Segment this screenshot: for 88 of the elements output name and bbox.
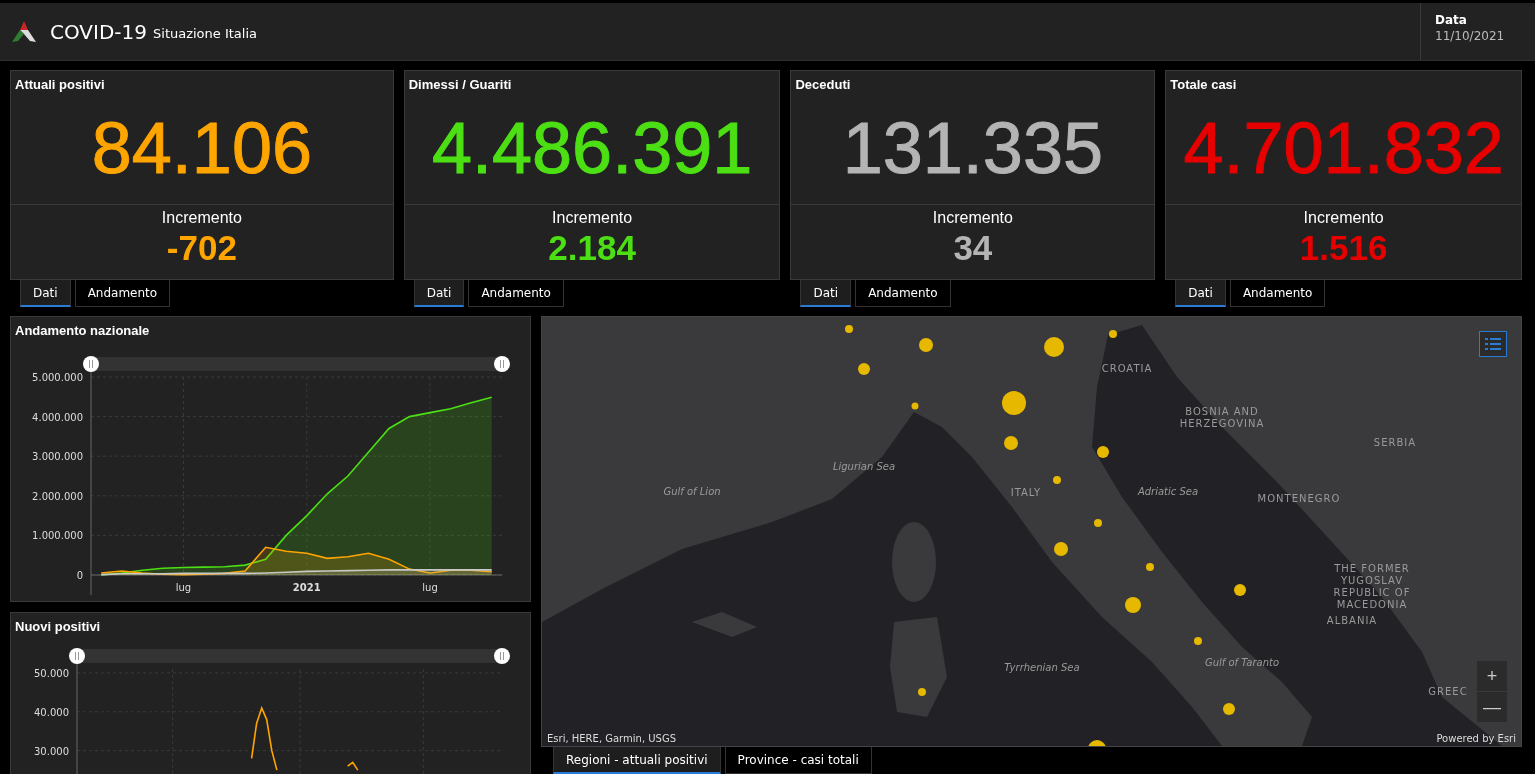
map-marker[interactable] [1088, 740, 1106, 746]
map-label: Adriatic Sea [1136, 486, 1200, 498]
app-title: COVID-19 [50, 19, 147, 44]
increment-label: Incremento [161, 209, 242, 227]
slider-handle[interactable] [83, 356, 99, 372]
card-title: Attuali positivi [14, 76, 106, 92]
map-marker[interactable] [1223, 703, 1235, 715]
tab[interactable]: Dati [413, 280, 465, 307]
increment-value: -702 [166, 227, 237, 269]
axis-label: 4.000.000 [32, 411, 83, 423]
tab[interactable]: Dati [20, 280, 71, 307]
card-title: Deceduti [794, 76, 852, 92]
map-label: GREEC [1427, 686, 1469, 698]
slider-handle[interactable] [494, 356, 510, 372]
map-label: Gulf of Lion [662, 486, 722, 498]
axis-label: lug [175, 582, 192, 593]
map-marker[interactable] [1044, 337, 1064, 357]
stat-value: 4.486.391 [431, 108, 753, 188]
logo-icon [10, 19, 38, 44]
map-marker[interactable] [1234, 584, 1246, 596]
card-title: Dimessi / Guariti [407, 76, 513, 92]
tab[interactable]: Andamento [1229, 280, 1326, 307]
slider-handle[interactable] [69, 648, 85, 664]
axis-label: 5.000.000 [32, 372, 83, 383]
map-marker[interactable] [1109, 330, 1117, 338]
date-label: Data [1435, 13, 1468, 27]
map-label: BOSNIA AND HERZEGOVINA [1178, 406, 1266, 430]
tab[interactable]: Andamento [468, 280, 564, 307]
map-marker[interactable] [919, 338, 933, 352]
axis-label: 40.000 [34, 706, 69, 718]
map-marker[interactable] [1053, 476, 1061, 484]
map-marker[interactable] [1002, 391, 1026, 415]
map-label: Gulf of Taranto [1203, 657, 1281, 669]
island [692, 612, 757, 637]
zoom-out-button[interactable]: — [1477, 692, 1507, 722]
increment-label: Incremento [552, 209, 633, 227]
tab[interactable]: Regioni - attuali positivi [553, 747, 721, 774]
tab[interactable]: Dati [1175, 280, 1226, 307]
date-value: 11/10/2021 [1435, 29, 1506, 43]
axis-label: 30.000 [34, 745, 69, 757]
increment-label: Incremento [1303, 209, 1384, 227]
map-label: SERBIA [1372, 437, 1418, 449]
map-marker[interactable] [1194, 637, 1202, 645]
app-subtitle: Situazione Italia [153, 26, 258, 41]
chart-title: Nuovi positivi [14, 618, 102, 634]
map-marker[interactable] [1004, 436, 1018, 450]
zoom-in-button[interactable]: + [1477, 661, 1507, 691]
map-marker[interactable] [1054, 542, 1068, 556]
increment-value: 1.516 [1299, 227, 1388, 269]
map-label: ITALY [1009, 487, 1043, 499]
tab[interactable]: Andamento [855, 280, 951, 307]
slider-handle[interactable] [494, 648, 510, 664]
map-label: Ligurian Sea [831, 461, 897, 473]
map-label: MONTENEGRO [1256, 493, 1342, 505]
card-title: Totale casi [1169, 76, 1238, 92]
axis-label: 3.000.000 [32, 451, 83, 463]
chart-title: Andamento nazionale [14, 322, 151, 338]
map-marker[interactable] [845, 325, 853, 333]
tab[interactable]: Dati [800, 280, 852, 307]
map-label: ALBANIA [1325, 615, 1379, 627]
map-marker[interactable] [1097, 446, 1109, 458]
axis-label: 50.000 [34, 667, 69, 679]
tab[interactable]: Province - casi totali [724, 747, 872, 774]
tab[interactable]: Andamento [74, 280, 171, 307]
map-label: THE FORMER YUGOSLAV REPUBLIC OF MACEDONIA [1332, 563, 1412, 611]
map-label: Tyrrhenian Sea [1003, 662, 1081, 674]
increment-label: Incremento [932, 209, 1013, 227]
map-marker[interactable] [858, 363, 870, 375]
map-marker[interactable] [1146, 563, 1154, 571]
legend-button[interactable] [1479, 331, 1507, 357]
map-marker[interactable] [911, 402, 919, 410]
map-marker[interactable] [1094, 519, 1102, 527]
stat-value: 84.106 [91, 108, 312, 188]
map-label: CROATIA [1100, 363, 1154, 375]
stat-value: 4.701.832 [1183, 108, 1504, 188]
map-attribution: Esri, HERE, Garmin, USGS [547, 733, 677, 744]
increment-value: 2.184 [548, 227, 636, 269]
axis-label: 1.000.000 [32, 530, 83, 542]
axis-label: 0 [76, 570, 83, 581]
stat-value: 131.335 [842, 108, 1103, 188]
axis-label: 2.000.000 [32, 490, 83, 502]
axis-label: lug [422, 582, 438, 593]
map-marker[interactable] [1125, 597, 1141, 613]
axis-label: 2021 [292, 582, 321, 593]
map-marker[interactable] [918, 688, 926, 696]
increment-value: 34 [953, 227, 993, 269]
list-icon [1485, 337, 1501, 351]
map-attribution: Powered by Esri [1436, 733, 1516, 744]
